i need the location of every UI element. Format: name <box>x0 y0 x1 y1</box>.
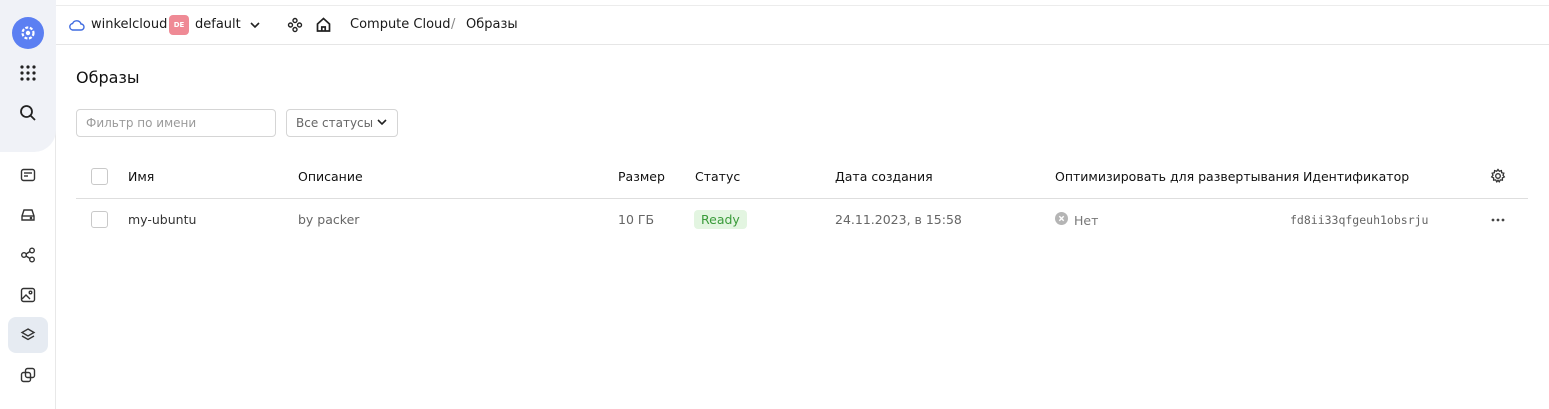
table-row[interactable]: my-ubuntu by packer 10 ГБ Ready 24.11.20… <box>76 198 1528 242</box>
copy-icon[interactable] <box>8 357 48 393</box>
search-icon[interactable] <box>8 95 48 131</box>
filter-by-name-input[interactable] <box>76 109 276 137</box>
top-bar: winkelcloud DE default Compute Cloud / О… <box>56 5 1549 45</box>
org-badge: DE <box>169 15 189 35</box>
breadcrumb-separator: / <box>451 17 456 32</box>
column-header-status[interactable]: Статус <box>695 169 740 184</box>
services-icon[interactable] <box>287 17 303 37</box>
disk-icon[interactable] <box>8 197 48 233</box>
apps-grid-icon[interactable] <box>8 55 48 91</box>
share-icon[interactable] <box>8 237 48 273</box>
folder-name-link[interactable]: default <box>195 17 241 32</box>
breadcrumb-compute-cloud[interactable]: Compute Cloud <box>350 17 451 32</box>
card-icon[interactable] <box>8 157 48 193</box>
image-size: 10 ГБ <box>618 212 655 227</box>
row-checkbox[interactable] <box>91 211 108 228</box>
cloud-icon <box>68 17 85 36</box>
cloud-name-link[interactable]: winkelcloud <box>91 17 167 32</box>
chevron-down-icon[interactable] <box>248 17 262 36</box>
chevron-down-icon <box>376 116 388 131</box>
logo-icon[interactable] <box>12 17 44 49</box>
column-header-description[interactable]: Описание <box>298 169 363 184</box>
table-header: Имя Описание Размер Статус Дата создания… <box>76 155 1528 199</box>
image-icon[interactable] <box>8 277 48 313</box>
optimize-text: Нет <box>1074 212 1099 228</box>
image-description: by packer <box>298 212 360 227</box>
column-header-created[interactable]: Дата создания <box>835 169 933 184</box>
column-header-name[interactable]: Имя <box>128 169 154 184</box>
status-filter-value: Все статусы <box>296 116 374 130</box>
column-header-id[interactable]: Идентификатор <box>1303 169 1409 184</box>
x-circle-icon <box>1055 212 1068 228</box>
optimize-value: Нет <box>1055 212 1098 228</box>
image-name[interactable]: my-ubuntu <box>128 212 196 227</box>
page-title: Образы <box>76 68 140 87</box>
image-id: fd8ii33qfgeuh1obsrju <box>1290 213 1429 227</box>
left-sidebar <box>0 0 56 409</box>
status-filter-select[interactable]: Все статусы <box>286 109 398 137</box>
settings-gear-icon[interactable] <box>1490 168 1506 188</box>
more-icon[interactable] <box>1490 212 1506 232</box>
column-header-optimize[interactable]: Оптимизировать для развертывания <box>1055 169 1299 184</box>
select-all-checkbox[interactable] <box>91 168 108 185</box>
column-header-size[interactable]: Размер <box>618 169 665 184</box>
status-badge: Ready <box>694 210 747 229</box>
home-icon[interactable] <box>315 16 332 37</box>
layers-icon[interactable] <box>8 317 48 353</box>
image-created-date: 24.11.2023, в 15:58 <box>835 212 962 227</box>
breadcrumb-current: Образы <box>466 17 518 32</box>
